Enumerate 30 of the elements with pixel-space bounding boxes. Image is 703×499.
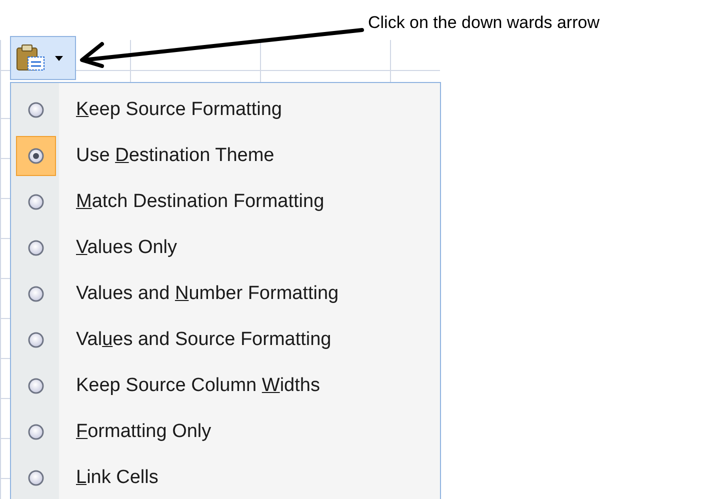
menu-item-label: Keep Source Formatting <box>76 98 282 122</box>
caret-icon <box>55 56 63 60</box>
menu-item-label: Link Cells <box>76 466 158 490</box>
menu-item[interactable]: Keep Source Formatting <box>11 87 440 133</box>
annotation-text: Click on the down wards arrow <box>368 12 600 34</box>
menu-item[interactable]: Values and Source Formatting <box>11 317 440 363</box>
radio-icon[interactable] <box>28 286 44 302</box>
radio-icon[interactable] <box>28 194 44 210</box>
radio-icon[interactable] <box>28 102 44 118</box>
radio-selected-icon[interactable] <box>28 148 44 164</box>
menu-item[interactable]: Keep Source Column Widths <box>11 363 440 409</box>
menu-item-label: Match Destination Formatting <box>76 190 324 214</box>
menu-item[interactable]: Values Only <box>11 225 440 271</box>
radio-icon[interactable] <box>28 424 44 440</box>
menu-item-label: Keep Source Column Widths <box>76 374 320 398</box>
menu-item-label: Formatting Only <box>76 420 212 444</box>
menu-item-label: Values Only <box>76 236 178 260</box>
radio-icon[interactable] <box>28 240 44 256</box>
menu-item[interactable]: Link Cells <box>11 455 440 499</box>
menu-item[interactable]: Values and Number Formatting <box>11 271 440 317</box>
menu-item-label: Values and Number Formatting <box>76 282 339 306</box>
paste-options-button[interactable] <box>10 36 76 80</box>
radio-icon[interactable] <box>28 470 44 486</box>
radio-icon[interactable] <box>28 332 44 348</box>
menu-item[interactable]: Formatting Only <box>11 409 440 455</box>
menu-item-label: Values and Source Formatting <box>76 328 332 352</box>
radio-icon[interactable] <box>28 378 44 394</box>
menu-item[interactable]: Match Destination Formatting <box>11 179 440 225</box>
menu-item[interactable]: Use Destination Theme <box>11 133 440 179</box>
menu-item-label: Use Destination Theme <box>76 144 274 168</box>
